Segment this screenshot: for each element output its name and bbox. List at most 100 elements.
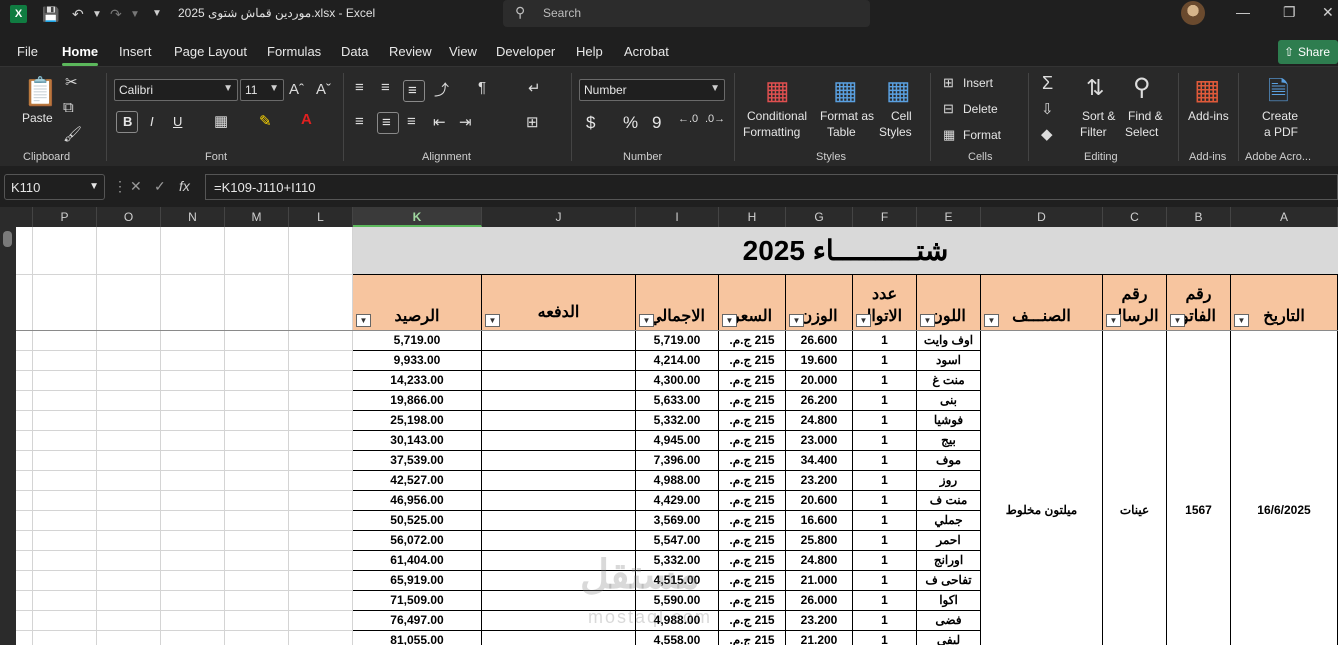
delete-cells-icon[interactable]: ⊟	[943, 101, 954, 117]
empty-cell[interactable]	[289, 511, 353, 531]
count-cell[interactable]: 1	[853, 331, 917, 351]
payment-cell[interactable]	[482, 391, 636, 411]
column-header[interactable]: C	[1103, 207, 1167, 227]
count-cell[interactable]: 1	[853, 471, 917, 491]
decrease-indent-icon[interactable]: ⇤	[433, 113, 446, 131]
save-icon[interactable]: 💾	[42, 6, 59, 23]
payment-cell[interactable]	[482, 631, 636, 645]
empty-cell[interactable]	[225, 511, 289, 531]
format-as-table-icon[interactable]: ▦	[833, 75, 858, 106]
empty-cell[interactable]	[97, 471, 161, 491]
bold-button[interactable]: B	[116, 111, 138, 133]
payment-cell[interactable]	[482, 371, 636, 391]
balance-cell[interactable]: 50,525.00	[353, 511, 482, 531]
paste-label[interactable]: Paste	[22, 111, 53, 125]
empty-cell[interactable]	[33, 227, 97, 275]
balance-cell[interactable]: 76,497.00	[353, 611, 482, 631]
empty-cell[interactable]	[161, 227, 225, 275]
redo-dropdown-icon[interactable]: ▼	[130, 9, 140, 20]
empty-cell[interactable]	[16, 411, 33, 431]
empty-cell[interactable]	[225, 371, 289, 391]
empty-cell[interactable]	[289, 571, 353, 591]
payment-cell[interactable]	[482, 471, 636, 491]
format-cells-button[interactable]: Format	[963, 128, 1001, 142]
create-pdf-label[interactable]: Create	[1262, 109, 1298, 123]
column-header[interactable]: O	[97, 207, 161, 227]
count-cell[interactable]: 1	[853, 611, 917, 631]
color-cell[interactable]: بنى	[917, 391, 981, 411]
column-header-selected[interactable]: K	[353, 207, 482, 227]
weight-cell[interactable]: 25.800	[786, 531, 853, 551]
empty-cell[interactable]	[161, 391, 225, 411]
cell-styles-label-2[interactable]: Styles	[879, 125, 912, 139]
empty-cell[interactable]	[16, 331, 33, 351]
balance-cell[interactable]: 46,956.00	[353, 491, 482, 511]
total-cell[interactable]: 5,547.00	[636, 531, 719, 551]
column-header[interactable]: D	[981, 207, 1103, 227]
tab-insert[interactable]: Insert	[119, 44, 152, 59]
empty-cell[interactable]	[161, 451, 225, 471]
empty-cell[interactable]	[16, 591, 33, 611]
minimize-icon[interactable]: —	[1236, 4, 1250, 20]
clear-icon[interactable]: ◆	[1041, 125, 1053, 143]
payment-cell[interactable]	[482, 511, 636, 531]
header-total[interactable]: الاجمالي ▼	[636, 275, 719, 331]
price-cell[interactable]: 215 ج.م.	[719, 491, 786, 511]
find-select-icon[interactable]: ⚲	[1133, 73, 1151, 102]
empty-cell[interactable]	[161, 491, 225, 511]
column-header[interactable]: G	[786, 207, 853, 227]
empty-cell[interactable]	[225, 551, 289, 571]
tab-formulas[interactable]: Formulas	[267, 44, 321, 59]
payment-cell[interactable]	[482, 451, 636, 471]
sort-filter-label-2[interactable]: Filter	[1080, 125, 1107, 139]
empty-cell[interactable]	[97, 551, 161, 571]
weight-cell[interactable]: 20.000	[786, 371, 853, 391]
empty-cell[interactable]	[16, 227, 33, 275]
color-cell[interactable]: بيج	[917, 431, 981, 451]
format-as-table-label[interactable]: Format as	[820, 109, 874, 123]
empty-cell[interactable]	[16, 471, 33, 491]
empty-cell[interactable]	[97, 391, 161, 411]
user-avatar[interactable]	[1181, 1, 1205, 25]
empty-cell[interactable]	[33, 371, 97, 391]
empty-cell[interactable]	[289, 531, 353, 551]
empty-cell[interactable]	[289, 631, 353, 645]
empty-cell[interactable]	[16, 491, 33, 511]
column-header[interactable]: J	[482, 207, 636, 227]
balance-cell[interactable]: 56,072.00	[353, 531, 482, 551]
empty-cell[interactable]	[16, 511, 33, 531]
payment-cell[interactable]	[482, 531, 636, 551]
color-cell[interactable]: جملي	[917, 511, 981, 531]
balance-cell[interactable]: 61,404.00	[353, 551, 482, 571]
empty-cell[interactable]	[225, 275, 289, 331]
count-cell[interactable]: 1	[853, 391, 917, 411]
cut-icon[interactable]: ✂	[65, 73, 78, 91]
sort-filter-icon[interactable]: ⇅	[1086, 75, 1104, 101]
total-cell[interactable]: 4,988.00	[636, 471, 719, 491]
cancel-icon[interactable]: ✕	[130, 178, 142, 195]
price-cell[interactable]: 215 ج.م.	[719, 351, 786, 371]
price-cell[interactable]: 215 ج.م.	[719, 571, 786, 591]
payment-cell[interactable]	[482, 431, 636, 451]
color-cell[interactable]: احمر	[917, 531, 981, 551]
balance-cell[interactable]: 5,719.00	[353, 331, 482, 351]
find-select-label[interactable]: Find &	[1128, 109, 1163, 123]
paste-icon[interactable]: 📋	[23, 75, 58, 108]
name-box[interactable]: K110 ▼	[4, 174, 105, 200]
count-cell[interactable]: 1	[853, 491, 917, 511]
tab-file[interactable]: File	[17, 44, 38, 59]
empty-cell[interactable]	[16, 531, 33, 551]
empty-cell[interactable]	[225, 431, 289, 451]
empty-cell[interactable]	[33, 331, 97, 351]
empty-cell[interactable]	[289, 471, 353, 491]
empty-cell[interactable]	[289, 371, 353, 391]
empty-cell[interactable]	[33, 631, 97, 645]
sheet-title[interactable]: شتــــــــــاء 2025	[353, 227, 1338, 275]
empty-cell[interactable]	[16, 351, 33, 371]
total-cell[interactable]: 4,429.00	[636, 491, 719, 511]
count-cell[interactable]: 1	[853, 591, 917, 611]
empty-cell[interactable]	[33, 275, 97, 331]
color-cell[interactable]: روز	[917, 471, 981, 491]
count-cell[interactable]: 1	[853, 371, 917, 391]
payment-cell[interactable]	[482, 411, 636, 431]
